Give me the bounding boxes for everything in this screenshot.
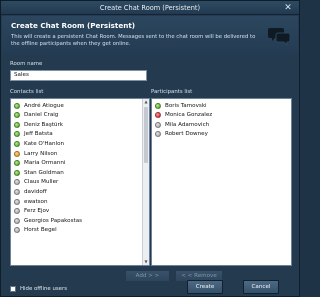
hide-offline-label: Hide offline users (20, 286, 68, 292)
contacts-list-item[interactable]: Ferz Ejov (14, 207, 49, 216)
hide-offline-checkbox[interactable] (10, 286, 16, 292)
presence-status-icon (155, 131, 161, 138)
presence-status-icon (14, 227, 20, 234)
scroll-down-icon[interactable]: ▼ (143, 259, 149, 265)
title-bar: Create Chat Room (Persistent) ✕ (1, 1, 299, 15)
presence-status-icon (14, 112, 20, 119)
presence-status-icon (14, 160, 20, 167)
contacts-name: ewatson (24, 198, 48, 205)
contacts-name: Jeff Batsta (24, 131, 53, 138)
presence-status-icon (14, 121, 20, 128)
contacts-name: Ferz Ejov (24, 208, 50, 215)
header-description: This will create a persistent Chat Room.… (11, 34, 256, 47)
create-button[interactable]: Create (187, 280, 223, 294)
contacts-list-item[interactable]: André Atiogue (14, 101, 64, 110)
participants-name: Robert Downey (165, 131, 208, 138)
contacts-list-item[interactable]: Kate O'Hanlon (14, 139, 64, 148)
contacts-list-item[interactable]: Maria Ormanni (14, 159, 65, 168)
contacts-list-item[interactable]: Daniel Craig (14, 111, 58, 120)
contacts-name: Kate O'Hanlon (24, 140, 65, 147)
contacts-list-item[interactable]: Horst Begel (14, 226, 57, 235)
participants-list-item[interactable]: Monica Gonzalez (155, 111, 212, 120)
header-title: Create Chat Room (Persistent) (11, 21, 136, 30)
participants-list-item[interactable]: Mila Adamovich (155, 120, 209, 129)
contacts-list-item[interactable]: Claus Muller (14, 178, 58, 187)
contacts-list-item[interactable]: davidoff (14, 187, 47, 196)
scrollbar-thumb[interactable] (144, 107, 148, 163)
participants-list-label: Participants list (151, 89, 193, 95)
presence-status-icon (14, 198, 20, 205)
room-name-input[interactable]: Sales (10, 70, 147, 81)
contacts-name: Horst Begel (24, 227, 57, 234)
contacts-list-item[interactable]: Deniz Baştürk (14, 120, 63, 129)
presence-status-icon (14, 140, 20, 147)
participants-list[interactable]: Boris Tamovski Monica Gonzalez Mila Adamov… (151, 98, 292, 266)
create-chat-room-dialog: Create Chat Room (Persistent) ✕ Create C… (0, 0, 300, 297)
dialog-header: Create Chat Room (Persistent) This will … (2, 16, 298, 54)
presence-status-icon (14, 131, 20, 138)
participants-name: Boris Tamovski (165, 102, 207, 109)
contacts-name: André Atiogue (24, 102, 64, 109)
hide-offline-users-option[interactable]: Hide offline users (10, 286, 67, 292)
presence-status-icon (14, 188, 20, 195)
contacts-list[interactable]: André Atiogue Daniel Craig Deniz Baştürk Je… (10, 98, 150, 266)
window-title: Create Chat Room (Persistent) (99, 4, 201, 12)
presence-status-icon (14, 102, 20, 109)
contacts-scrollbar[interactable]: ▲ ▼ (142, 99, 149, 265)
presence-status-icon (14, 150, 20, 157)
contacts-list-item[interactable]: Stan Goldman (14, 168, 64, 177)
room-name-label: Room name (10, 61, 43, 67)
presence-status-icon (14, 169, 20, 176)
contacts-name: Claus Muller (24, 179, 59, 186)
participants-name: Monica Gonzalez (165, 112, 213, 119)
contacts-name: Stan Goldman (24, 169, 64, 176)
contacts-list-label: Contacts list (10, 89, 44, 95)
participants-list-item[interactable]: Robert Downey (155, 130, 208, 139)
chat-bubbles-icon (268, 28, 291, 46)
presence-status-icon (14, 217, 20, 224)
contacts-list-item[interactable]: ewatson (14, 197, 48, 206)
cancel-button[interactable]: Cancel (243, 280, 279, 294)
scroll-up-icon[interactable]: ▲ (143, 99, 149, 105)
contacts-name: Maria Ormanni (24, 160, 66, 167)
add-button[interactable]: Add > > (125, 270, 170, 282)
presence-status-icon (155, 121, 161, 128)
presence-status-icon (14, 179, 20, 186)
presence-status-icon (14, 208, 20, 215)
contacts-name: davidoff (24, 188, 47, 195)
contacts-name: Daniel Craig (24, 112, 59, 119)
presence-status-icon (155, 102, 161, 109)
contacts-name: Deniz Baştürk (24, 121, 64, 128)
close-icon[interactable]: ✕ (283, 3, 293, 13)
contacts-list-item[interactable]: Jeff Batsta (14, 130, 53, 139)
contacts-name: Georgios Papakostas (24, 217, 83, 224)
contacts-list-item[interactable]: Georgios Papakostas (14, 216, 82, 225)
contacts-list-item[interactable]: Larry Nilson (14, 149, 57, 158)
participants-list-item[interactable]: Boris Tamovski (155, 101, 207, 110)
presence-status-icon (155, 112, 161, 119)
contacts-name: Larry Nilson (24, 150, 58, 157)
participants-name: Mila Adamovich (165, 121, 210, 128)
